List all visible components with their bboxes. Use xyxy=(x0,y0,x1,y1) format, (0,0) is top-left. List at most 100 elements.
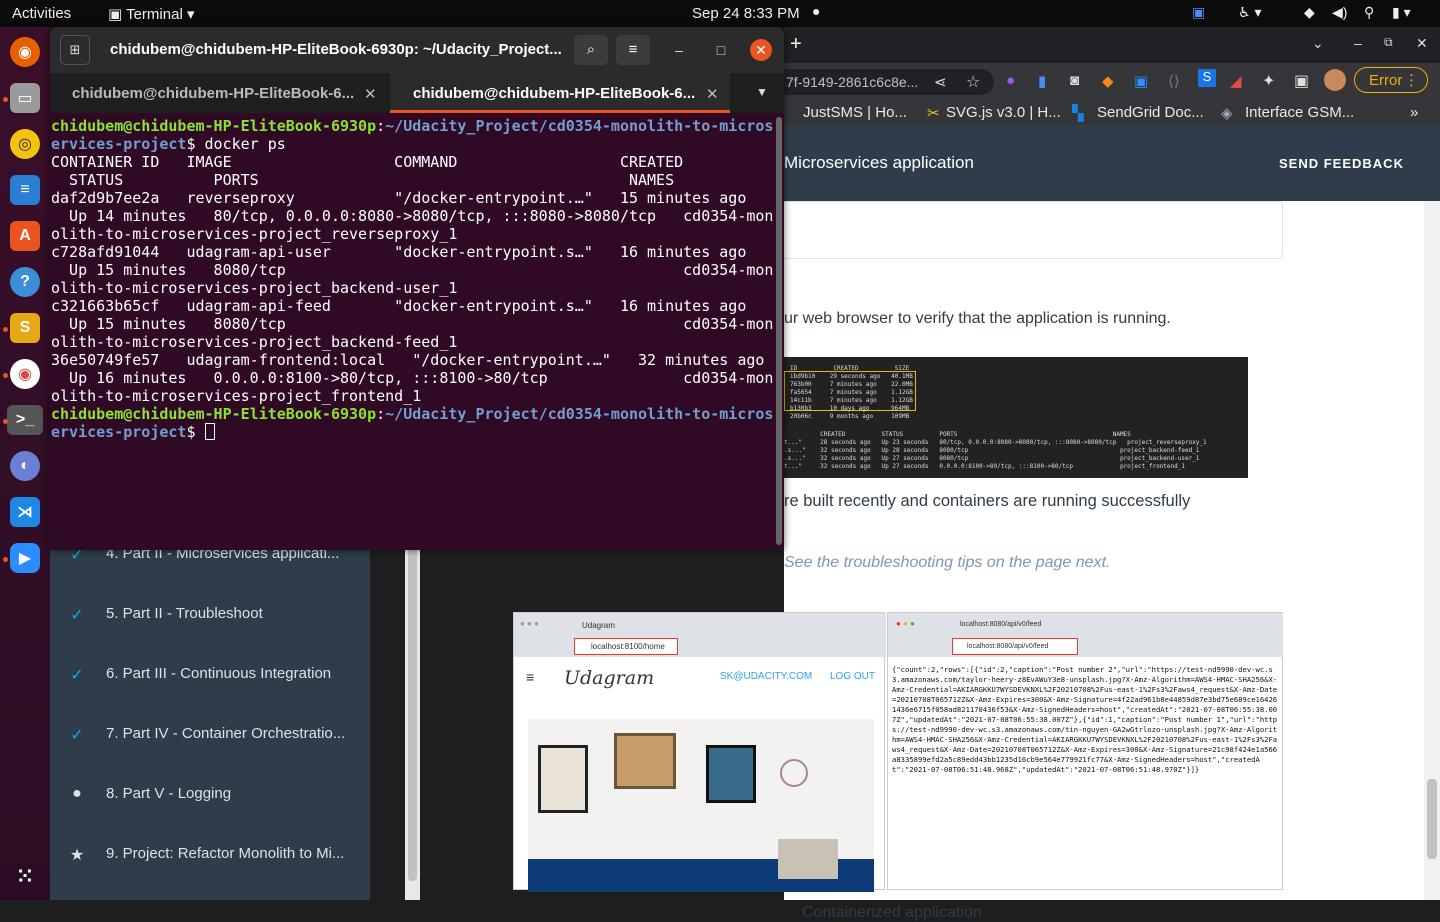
bookmarks-overflow-icon[interactable]: » xyxy=(1410,104,1418,121)
zoom-extension-icon[interactable]: ▣ xyxy=(1134,72,1148,90)
bookmark-star-icon[interactable]: ☆ xyxy=(966,72,980,92)
bookmarks-bar: JustSMS | Ho... ✂ SVG.js v3.0 | H... ▚ S… xyxy=(784,99,1440,125)
bookmark-item[interactable]: JustSMS | Ho... xyxy=(803,104,907,121)
files-icon[interactable]: ▭ xyxy=(10,83,40,113)
terminal-icon[interactable]: >_ xyxy=(7,405,43,435)
profile-avatar[interactable] xyxy=(1324,69,1346,91)
sidepanel-icon[interactable]: ▣ xyxy=(1294,71,1309,91)
postman-icon[interactable]: ◐ xyxy=(10,451,40,481)
sidebar-item[interactable]: ✓ 4. Part II - Microservices applicati... xyxy=(50,545,355,605)
tab-list-chevron-icon[interactable]: ▼ xyxy=(756,85,768,99)
minimize-icon[interactable]: – xyxy=(1354,35,1362,51)
running-indicator-dot xyxy=(3,419,8,424)
battery-icon[interactable]: ▮ ▾ xyxy=(1392,4,1411,21)
close-icon[interactable]: ✕ xyxy=(750,39,772,61)
bookmark-item[interactable]: SendGrid Doc... xyxy=(1097,104,1204,121)
app-menu-label: Terminal xyxy=(126,6,183,23)
new-tab-icon[interactable]: ⊞ xyxy=(60,35,90,65)
hamburger-menu-icon[interactable]: ≡ xyxy=(616,35,650,65)
terminal-titlebar: ⊞ chidubem@chidubem-HP-EliteBook-6930p: … xyxy=(50,27,784,73)
output-line: 36e50749fe57 udagram-frontend:local "/do… xyxy=(51,351,765,369)
running-indicator-dot xyxy=(3,97,8,102)
extension-icon[interactable]: ▮ xyxy=(1038,72,1046,90)
prompt-user: chidubem@chidubem-HP-EliteBook-6930p xyxy=(51,405,377,423)
s-extension-icon[interactable]: S xyxy=(1198,69,1216,87)
close-tab-icon[interactable]: ✕ xyxy=(364,85,377,103)
restore-icon[interactable]: ⧉ xyxy=(1384,35,1393,50)
output-line: Up 16 minutes 0.0.0.0:8100->80/tcp, :::8… xyxy=(51,369,774,387)
notification-dot-icon: ● xyxy=(812,3,821,19)
docker-output-screenshot: ID CREATED SIZE ibd9b10 29 seconds ago 4… xyxy=(784,357,1248,478)
page-scrollbar[interactable] xyxy=(1424,201,1440,900)
sidebar-item[interactable]: ★ 9. Project: Refactor Monolith to Mi... xyxy=(50,845,355,905)
minimize-icon[interactable]: – xyxy=(668,39,690,61)
terminal-window[interactable]: ⊞ chidubem@chidubem-HP-EliteBook-6930p: … xyxy=(50,27,784,550)
feed-json-window-image: ● ● ● localhost:8080/api/v0/feed localho… xyxy=(887,612,1283,890)
software-icon[interactable]: A xyxy=(10,221,40,251)
sidebar-item-label: 9. Project: Refactor Monolith to Mi... xyxy=(106,845,345,862)
extension-icon[interactable]: ⟨⟩ xyxy=(1168,72,1180,90)
output-line: c321663b65cf udagram-api-feed "docker-en… xyxy=(51,297,747,315)
activities-button[interactable]: Activities xyxy=(12,5,71,22)
puzzle-extensions-icon[interactable]: ✦ xyxy=(1262,71,1275,91)
containerized-app-image: ● ● ● Udagram localhost:8100/home ≡ Udag… xyxy=(513,612,1283,892)
scrollbar-thumb[interactable] xyxy=(1427,779,1437,859)
chrome-window: + ⌄ – ⧉ ✕ 7f-9149-2861c6c8e... ⋖ ☆ ● ▮ ◙… xyxy=(513,27,1440,921)
sidebar-item[interactable]: ✓ 7. Part IV - Container Orchestratio... xyxy=(50,725,355,785)
search-icon[interactable]: ⌕ xyxy=(574,35,608,65)
app-menu[interactable]: ▣ Terminal ▾ xyxy=(108,5,194,23)
firefox-icon[interactable]: ◉ xyxy=(10,37,40,67)
sidebar-item-label: 8. Part V - Logging xyxy=(106,785,232,802)
help-icon[interactable]: ? xyxy=(10,267,40,297)
send-feedback-button[interactable]: SEND FEEDBACK xyxy=(1279,156,1404,171)
room-photo xyxy=(528,719,874,892)
extension-icon[interactable]: ● xyxy=(1006,72,1015,89)
terminal-scrollbar[interactable] xyxy=(776,117,782,545)
sidebar-item[interactable]: ● 8. Part V - Logging xyxy=(50,785,355,845)
terminal-output[interactable]: chidubem@chidubem-HP-EliteBook-6930p:~/U… xyxy=(51,117,773,441)
bookmark-item[interactable]: SVG.js v3.0 | H... xyxy=(946,104,1061,121)
accessibility-icon[interactable]: ♿ ▾ xyxy=(1238,4,1261,21)
url-box: localhost:8080/api/v0/feed xyxy=(952,638,1078,655)
sidebar-item[interactable]: ✓ 5. Part II - Troubleshoot xyxy=(50,605,355,665)
running-indicator-dot xyxy=(3,327,8,332)
running-indicator-dot xyxy=(3,557,8,562)
hamburger-icon: ≡ xyxy=(526,669,535,685)
terminal-tab-strip: chidubem@chidubem-HP-EliteBook-6... ✕ ch… xyxy=(50,73,784,113)
wifi-icon[interactable]: ◆ xyxy=(1304,4,1315,21)
new-tab-plus-icon[interactable]: + xyxy=(790,33,802,56)
writer-icon[interactable]: ≡ xyxy=(10,175,40,205)
rhythmbox-icon[interactable]: ◎ xyxy=(10,129,40,159)
microphone-icon[interactable]: ⚲ xyxy=(1364,4,1374,21)
star-icon: ★ xyxy=(69,847,85,864)
close-tab-icon[interactable]: ✕ xyxy=(706,85,719,103)
address-bar[interactable]: 7f-9149-2861c6c8e... xyxy=(784,69,994,95)
zoom-tray-icon[interactable]: ▣ xyxy=(1192,4,1205,21)
tab-terminal-1[interactable]: chidubem@chidubem-HP-EliteBook-6... ✕ xyxy=(50,73,390,113)
maximize-icon[interactable]: □ xyxy=(710,39,732,61)
bookmark-item[interactable]: Interface GSM... xyxy=(1245,104,1354,121)
show-apps-grid-icon[interactable]: ⁙ xyxy=(10,861,40,891)
clock[interactable]: Sep 24 8:33 PM xyxy=(692,5,800,22)
bookmark-favicon-icon: ✂ xyxy=(927,105,940,122)
vscode-icon[interactable]: ⋊ xyxy=(10,497,40,527)
metamask-icon[interactable]: ◆ xyxy=(1102,72,1114,90)
scrollbar-thumb[interactable] xyxy=(408,541,417,881)
camera-extension-icon[interactable]: ◙ xyxy=(1070,72,1079,89)
check-icon: ✓ xyxy=(70,607,84,624)
close-icon[interactable]: ✕ xyxy=(1416,35,1428,52)
tab-terminal-2[interactable]: chidubem@chidubem-HP-EliteBook-6... ✕ xyxy=(390,73,730,113)
sidebar-scrollbar[interactable] xyxy=(405,535,420,900)
tab-search-chevron-icon[interactable]: ⌄ xyxy=(1312,35,1324,52)
more-vert-icon: ⋮ xyxy=(1404,72,1419,89)
zoom-icon[interactable]: ▶ xyxy=(10,543,40,573)
share-icon[interactable]: ⋖ xyxy=(934,73,947,91)
volume-icon[interactable]: ◀) xyxy=(1332,4,1347,21)
chrome-icon[interactable]: ◉ xyxy=(10,359,40,389)
udagram-window-image: ● ● ● Udagram localhost:8100/home ≡ Udag… xyxy=(513,612,886,892)
error-button[interactable]: Error ⋮ xyxy=(1354,67,1428,93)
sublime-icon[interactable]: S xyxy=(10,313,40,343)
sidebar-item[interactable]: ✓ 6. Part III - Continuous Integration xyxy=(50,665,355,725)
chevron-down-icon: ▾ xyxy=(186,6,195,23)
extension-icon[interactable]: ◢ xyxy=(1230,72,1242,90)
